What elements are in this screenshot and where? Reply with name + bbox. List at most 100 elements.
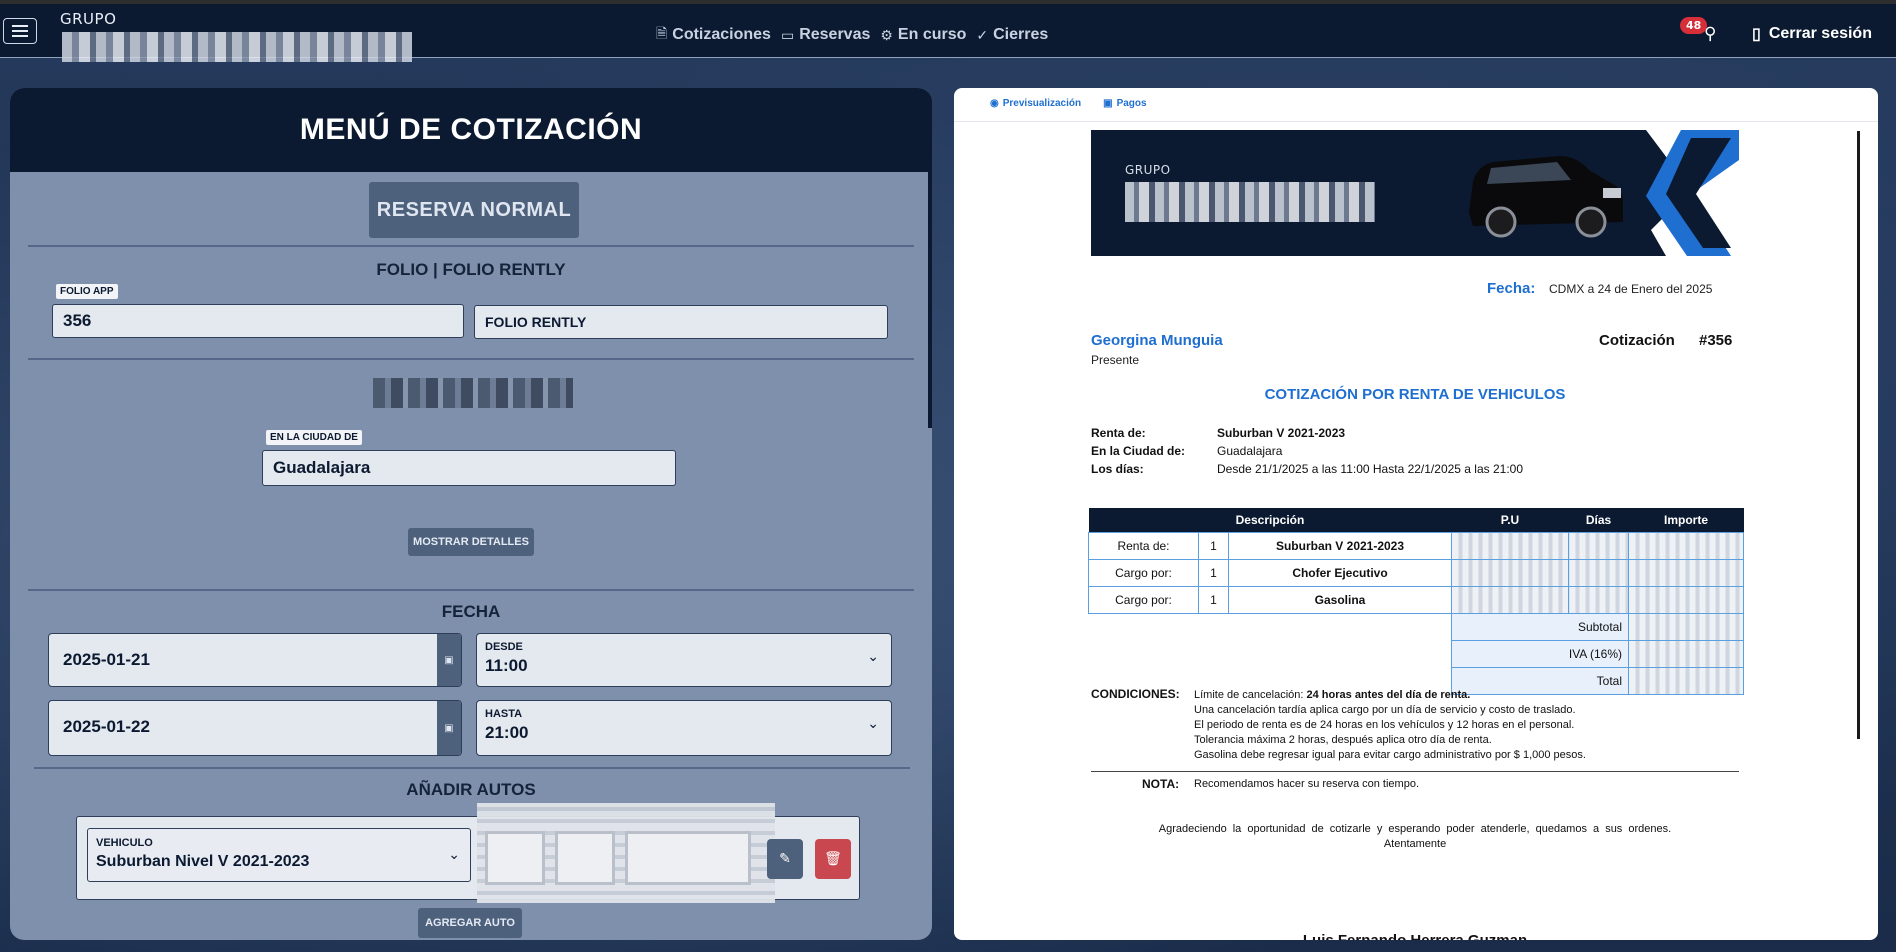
vehicle-select[interactable]: VEHICULO Suburban Nivel V 2021-2023 ⌄ [87, 828, 471, 882]
subtotal-row: Subtotal [1089, 612, 1744, 641]
hamburger-menu-button[interactable] [3, 18, 37, 44]
reserva-normal-button[interactable]: RESERVA NORMAL [369, 182, 579, 238]
divider [28, 245, 914, 247]
edit-icon[interactable]: ✎ [767, 839, 803, 879]
row-item: Gasolina [1228, 585, 1452, 614]
quote-preview-panel: ◉ Previsualización ▣ Pagos GRUPO Fecha: … [954, 88, 1878, 940]
trash-icon[interactable]: 🗑 [815, 839, 851, 879]
client-name: Georgina Munguia [1091, 332, 1223, 349]
folio-rently-input[interactable]: FOLIO RENTLY [474, 305, 888, 339]
row-qty: 1 [1198, 585, 1229, 614]
logout-icon: ▯ [1752, 26, 1761, 43]
city-input[interactable]: Guadalajara [262, 450, 676, 486]
nav-en-curso[interactable]: ⚙ En curso [880, 23, 966, 47]
suv-image [1469, 130, 1739, 256]
subtotal-redacted [1628, 612, 1744, 641]
quote-banner: GRUPO [1091, 130, 1739, 256]
desde-value: 11:00 [485, 656, 528, 675]
thanks-text: Agradeciendo la oportunidad de cotizarle… [1158, 823, 1672, 835]
divider [28, 358, 914, 360]
folio-section-title: FOLIO | FOLIO RENTLY [376, 260, 566, 279]
row-label: Cargo por: [1088, 558, 1199, 587]
top-navbar: GRUPO 🗎 Cotizaciones ▭ Reservas ⚙ En cur… [0, 4, 1896, 62]
header-dias: Días [1568, 508, 1629, 532]
end-date-input[interactable]: 2025-01-22 ▣ [48, 700, 462, 756]
preview-scrollbar[interactable] [1857, 131, 1860, 739]
nav-cotizaciones[interactable]: 🗎 Cotizaciones [656, 23, 771, 47]
left-scrollbar[interactable] [928, 88, 932, 428]
row-label: Cargo por: [1088, 585, 1199, 614]
table-row: Cargo por: 1 Chofer Ejecutivo [1088, 558, 1744, 587]
document-divider [1091, 771, 1739, 772]
folio-app-input[interactable]: 356 [52, 304, 464, 338]
tab-previsualizacion[interactable]: ◉ Previsualización [990, 98, 1081, 109]
hamburger-icon [12, 25, 28, 27]
vehicle-row: VEHICULO Suburban Nivel V 2021-2023 ⌄ ✎ … [76, 803, 860, 903]
info-value: Suburban V 2021-2023 [1217, 426, 1346, 440]
brand-logo-redacted [62, 32, 412, 62]
desde-select[interactable]: DESDE 11:00 ⌄ [476, 633, 892, 687]
cotizacion-number: #356 [1699, 332, 1733, 349]
presente-text: Presente [1091, 353, 1140, 367]
tab-pagos[interactable]: ▣ Pagos [1103, 98, 1146, 109]
end-date-value: 2025-01-22 [63, 717, 150, 736]
info-key: Renta de: [1091, 426, 1146, 440]
main-nav: 🗎 Cotizaciones ▭ Reservas ⚙ En curso ✓ C… [656, 23, 1048, 47]
nav-cierres[interactable]: ✓ Cierres [976, 23, 1048, 47]
money-icon: ▣ [1103, 98, 1113, 109]
client-name-redacted [373, 378, 573, 408]
condiciones-label: CONDICIONES: [1091, 687, 1180, 701]
row-importe-redacted [1628, 558, 1744, 587]
start-date-value: 2025-01-21 [63, 650, 150, 669]
tab-label: Pagos [1116, 98, 1147, 109]
signer-name: Luis Fernando Herrera Guzman [1091, 932, 1739, 940]
nota-label: NOTA: [1142, 777, 1180, 791]
condicion-line: Límite de cancelación: 24 horas antes de… [1194, 688, 1586, 703]
check-circle-icon: ✓ [976, 26, 989, 43]
quote-table: Descripción P.U Días Importe Renta de: 1… [1088, 508, 1744, 695]
cotizacion-label: Cotización [1599, 332, 1675, 349]
header-pu: P.U [1451, 508, 1569, 532]
logout-button[interactable]: ▯ Cerrar sesión [1752, 24, 1872, 44]
table-header-row: Descripción P.U Días Importe [1088, 508, 1744, 532]
info-key: Los días: [1091, 462, 1144, 476]
gear-icon: ⚙ [880, 26, 893, 43]
atentamente-text: Atentamente [1383, 838, 1447, 850]
notifications-button[interactable]: 48 ⚲ [1680, 17, 1724, 46]
row-item: Chofer Ejecutivo [1228, 558, 1452, 587]
condiciones-list: Límite de cancelación: 24 horas antes de… [1194, 688, 1586, 763]
condicion-prefix: Límite de cancelación: [1194, 689, 1304, 701]
chevron-down-icon: ⌄ [867, 649, 879, 665]
start-date-input[interactable]: 2025-01-21 ▣ [48, 633, 462, 687]
notifications-badge: 48 [1680, 17, 1708, 34]
info-value: Desde 21/1/2025 a las 11:00 Hasta 22/1/2… [1217, 462, 1524, 476]
nav-reservas[interactable]: ▭ Reservas [781, 23, 870, 47]
row-importe-redacted [1628, 531, 1744, 560]
row-label: Renta de: [1088, 531, 1199, 560]
folio-app-label: FOLIO APP [56, 284, 118, 299]
iva-row: IVA (16%) [1089, 639, 1744, 668]
header-descripcion: Descripción [1088, 508, 1452, 532]
info-value: Guadalajara [1217, 444, 1283, 458]
calendar-icon: ▭ [780, 26, 795, 43]
calendar-icon[interactable]: ▣ [437, 634, 461, 686]
row-pu-redacted [1451, 558, 1569, 587]
info-key: En la Ciudad de: [1091, 444, 1186, 458]
calendar-icon[interactable]: ▣ [437, 701, 461, 755]
vehicle-fields-redacted [477, 803, 775, 903]
total-redacted [1628, 666, 1744, 695]
condicion-line: Gasolina debe regresar igual para evitar… [1194, 749, 1586, 761]
eye-icon: ◉ [990, 98, 999, 109]
iva-label: IVA (16%) [1451, 639, 1629, 668]
hasta-select[interactable]: HASTA 21:00 ⌄ [476, 700, 892, 756]
fecha-section-title: FECHA [441, 602, 501, 621]
tabs-divider [954, 121, 1878, 122]
row-qty: 1 [1198, 558, 1229, 587]
hasta-label: HASTA [485, 708, 523, 720]
document-title: COTIZACIÓN POR RENTA DE VEHICULOS [1264, 386, 1566, 403]
agregar-auto-button[interactable]: AGREGAR AUTO [418, 908, 522, 938]
hasta-value: 21:00 [485, 723, 529, 742]
logout-label: Cerrar sesión [1768, 25, 1872, 42]
table-row: Cargo por: 1 Gasolina [1088, 585, 1744, 614]
mostrar-detalles-button[interactable]: MOSTRAR DETALLES [408, 528, 534, 556]
